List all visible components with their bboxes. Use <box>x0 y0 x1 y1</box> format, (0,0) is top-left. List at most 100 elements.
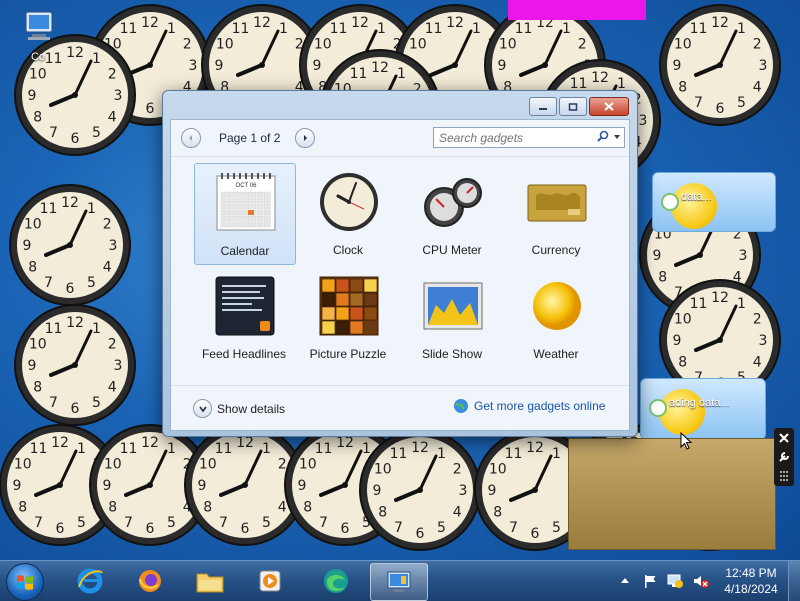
taskbar-edge[interactable] <box>310 563 362 599</box>
taskbar-file-explorer[interactable] <box>184 563 236 599</box>
previous-page-button[interactable] <box>181 128 201 148</box>
svg-text:12: 12 <box>141 15 159 31</box>
svg-text:8: 8 <box>303 500 312 516</box>
gadget-tile-clock[interactable]: Clock <box>298 163 398 263</box>
gadget-gallery-window: Page 1 of 2 Search gadgets OCT 06 Calend… <box>162 90 638 437</box>
svg-text:12: 12 <box>66 315 84 331</box>
loading-icon <box>661 193 679 211</box>
svg-text:1: 1 <box>437 446 446 462</box>
gadget-label: Picture Puzzle <box>309 347 387 361</box>
svg-text:10: 10 <box>374 462 392 478</box>
weather-side-widget-bottom[interactable]: ading data... <box>640 378 766 440</box>
svg-text:7: 7 <box>394 520 403 536</box>
svg-text:10: 10 <box>489 462 507 478</box>
show-hidden-icons-icon[interactable] <box>620 576 630 584</box>
calendar-month-label: OCT 06 <box>236 183 258 189</box>
svg-text:8: 8 <box>18 500 27 516</box>
svg-text:6: 6 <box>146 521 155 537</box>
svg-text:1: 1 <box>562 21 571 37</box>
svg-text:12: 12 <box>51 435 69 451</box>
minimize-icon <box>539 107 547 110</box>
taskbar-firefox[interactable] <box>124 563 176 599</box>
svg-text:10: 10 <box>24 217 42 233</box>
svg-text:8: 8 <box>678 80 687 96</box>
svg-text:11: 11 <box>425 21 443 37</box>
svg-text:3: 3 <box>114 88 123 104</box>
gadget-tile-currency[interactable]: Currency <box>506 163 606 263</box>
gadget-tile-slide-show[interactable]: Slide Show <box>402 267 502 367</box>
gadget-options-button[interactable] <box>774 447 794 466</box>
svg-text:12: 12 <box>253 15 271 31</box>
show-details-toggle[interactable]: Show details <box>193 399 285 418</box>
svg-text:1: 1 <box>472 21 481 37</box>
taskbar-ie[interactable] <box>64 563 116 599</box>
ie-icon <box>77 568 103 594</box>
network-icon[interactable] <box>666 573 684 589</box>
svg-text:5: 5 <box>552 520 561 536</box>
next-page-button[interactable] <box>295 128 315 148</box>
svg-text:11: 11 <box>505 446 523 462</box>
svg-text:4: 4 <box>103 260 112 276</box>
svg-text:9: 9 <box>653 248 662 264</box>
svg-text:11: 11 <box>390 446 408 462</box>
svg-text:5: 5 <box>167 515 176 531</box>
search-input[interactable] <box>437 129 591 147</box>
desktop-clock-gadget[interactable]: 123456789101112 <box>14 304 136 426</box>
gadget-tile-calendar[interactable]: OCT 06 Calendar <box>194 163 296 265</box>
svg-text:3: 3 <box>114 358 123 374</box>
svg-text:8: 8 <box>33 110 42 126</box>
svg-text:5: 5 <box>87 275 96 291</box>
gadget-tile-picture-puzzle[interactable]: Picture Puzzle <box>298 267 398 367</box>
svg-text:2: 2 <box>453 462 462 478</box>
gadget-drag-handle[interactable] <box>774 466 794 485</box>
taskbar-clock-time[interactable]: 12:48 PM <box>722 566 780 580</box>
action-center-flag-icon[interactable] <box>642 573 658 589</box>
taskbar-clock-date[interactable]: 4/18/2024 <box>722 582 780 596</box>
search-icon <box>597 130 609 142</box>
svg-text:10: 10 <box>674 312 692 328</box>
svg-text:10: 10 <box>14 457 32 473</box>
svg-text:12: 12 <box>141 435 159 451</box>
svg-text:1: 1 <box>167 441 176 457</box>
gadget-tile-feed-headlines[interactable]: Feed Headlines <box>194 267 294 367</box>
weather-side-widget-top[interactable]: data... <box>652 172 776 232</box>
chevron-left-icon <box>189 135 192 141</box>
svg-text:7: 7 <box>694 95 703 111</box>
volume-muted-icon[interactable] <box>692 573 710 589</box>
minimize-button[interactable] <box>529 97 557 116</box>
weather-status-text: ading data... <box>669 397 730 409</box>
expand-button[interactable] <box>193 399 212 418</box>
gadget-tile-weather[interactable]: Weather <box>506 267 606 367</box>
svg-text:12: 12 <box>336 435 354 451</box>
edge-icon <box>324 569 348 593</box>
close-button[interactable] <box>589 97 629 116</box>
svg-text:9: 9 <box>28 88 37 104</box>
loading-icon <box>649 399 667 417</box>
magenta-gadget-strip <box>508 0 646 20</box>
svg-text:1: 1 <box>262 441 271 457</box>
svg-text:12: 12 <box>711 15 729 31</box>
svg-text:11: 11 <box>215 441 233 457</box>
desktop-icon-computer[interactable]: Co <box>10 8 66 63</box>
svg-text:9: 9 <box>28 358 37 374</box>
search-options-dropdown[interactable] <box>612 130 622 147</box>
desktop-clock-gadget[interactable]: 123456789101112 <box>659 4 781 126</box>
get-more-gadgets-link[interactable]: Get more gadgets online <box>453 398 605 414</box>
taskbar-gadgets[interactable] <box>370 563 428 601</box>
svg-text:3: 3 <box>189 58 198 74</box>
svg-text:8: 8 <box>108 500 117 516</box>
svg-text:2: 2 <box>108 67 117 83</box>
gadget-tile-cpu-meter[interactable]: CPU Meter <box>402 163 502 263</box>
close-gadget-button[interactable] <box>774 428 794 447</box>
desktop-clock-gadget[interactable]: 123456789101112 <box>9 184 131 306</box>
desktop-clock-gadget[interactable]: 123456789101112 <box>359 429 481 551</box>
show-desktop-button[interactable] <box>788 561 800 601</box>
search-button[interactable] <box>596 130 610 147</box>
start-button[interactable] <box>6 563 44 601</box>
taskbar-media-player[interactable] <box>244 563 296 599</box>
maximize-button[interactable] <box>559 97 587 116</box>
svg-text:11: 11 <box>120 21 138 37</box>
globe-icon <box>454 399 468 413</box>
svg-text:10: 10 <box>314 37 332 53</box>
svg-text:6: 6 <box>56 521 65 537</box>
